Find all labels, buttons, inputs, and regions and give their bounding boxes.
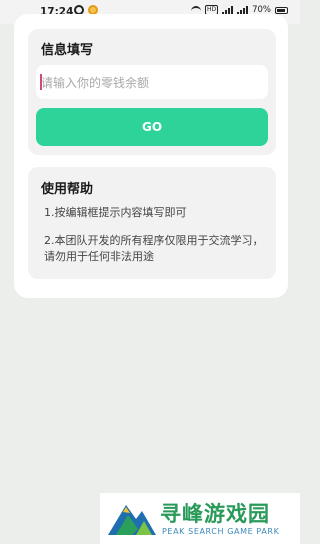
balance-input-container	[36, 65, 268, 101]
info-panel: 信息填写 GO	[28, 29, 276, 155]
balance-input[interactable]	[39, 65, 263, 101]
wifi-icon	[190, 6, 201, 14]
watermark-title: 寻峰游戏园	[160, 502, 270, 526]
info-panel-title: 信息填写	[41, 43, 94, 58]
text-cursor	[40, 74, 42, 90]
help-panel-title: 使用帮助	[41, 182, 94, 197]
help-panel: 使用帮助 1.按编辑框提示内容填写即可 2.本团队开发的所有程序仅限用于交流学习…	[28, 167, 276, 279]
watermark-subtitle: PEAK SEARCH GAME PARK	[162, 527, 280, 536]
help-item: 2.本团队开发的所有程序仅限用于交流学习，请勿用于任何非法用途	[44, 234, 264, 263]
help-item: 1.按编辑框提示内容填写即可	[44, 206, 187, 219]
battery-icon	[275, 6, 288, 14]
watermark: 寻峰游戏园 PEAK SEARCH GAME PARK	[100, 493, 300, 544]
go-button[interactable]: GO	[36, 108, 268, 146]
mountain-logo-icon	[108, 505, 156, 535]
